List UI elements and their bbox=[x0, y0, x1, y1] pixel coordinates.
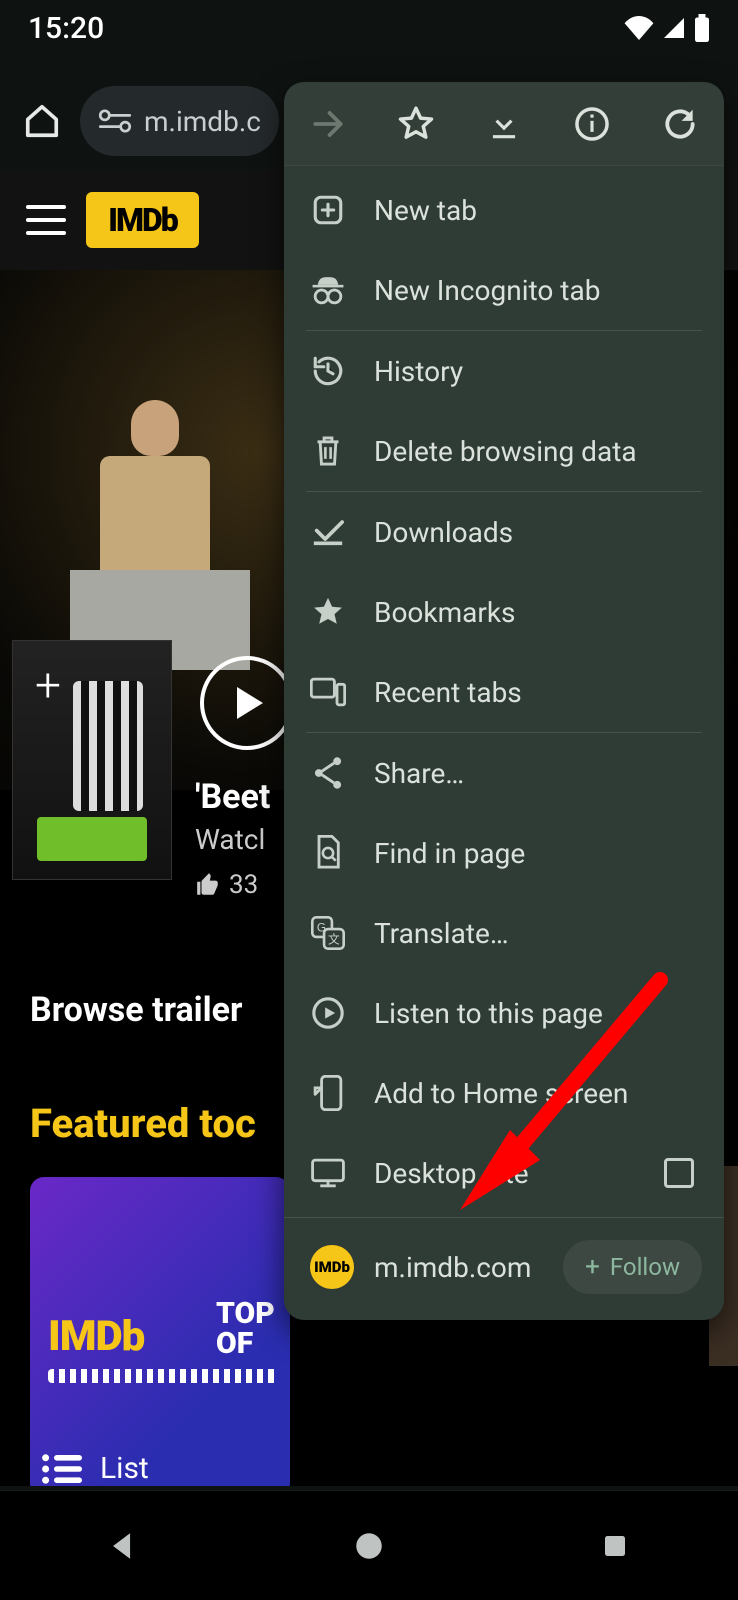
desktop-site-checkbox[interactable] bbox=[664, 1158, 694, 1188]
imdb-logo[interactable]: IMDb bbox=[86, 192, 199, 248]
hamburger-menu-button[interactable] bbox=[26, 205, 66, 235]
menu-item-label: Recent tabs bbox=[374, 676, 698, 709]
menu-new-incognito-tab[interactable]: New Incognito tab bbox=[284, 250, 724, 330]
menu-page-info-button[interactable] bbox=[571, 103, 613, 145]
wifi-icon bbox=[624, 16, 654, 40]
star-filled-icon bbox=[310, 594, 346, 630]
system-nav-bar bbox=[0, 1490, 738, 1600]
url-text: m.imdb.c bbox=[144, 105, 261, 138]
menu-item-label: Find in page bbox=[374, 837, 698, 870]
menu-new-tab[interactable]: New tab bbox=[284, 170, 724, 250]
menu-bookmark-button[interactable] bbox=[395, 103, 437, 145]
list-icon bbox=[40, 1452, 82, 1486]
menu-item-label: Share… bbox=[374, 757, 698, 790]
nav-home-button[interactable] bbox=[348, 1525, 390, 1567]
cellular-icon bbox=[662, 16, 686, 40]
follow-button[interactable]: + Follow bbox=[563, 1240, 702, 1294]
list-chip-label: List bbox=[100, 1451, 149, 1486]
battery-icon bbox=[694, 14, 710, 42]
status-right bbox=[624, 14, 710, 42]
add-to-home-icon bbox=[310, 1075, 346, 1111]
downloads-check-icon bbox=[310, 514, 346, 550]
trash-icon bbox=[310, 433, 346, 469]
menu-translate[interactable]: G文 Translate… bbox=[284, 893, 724, 973]
menu-recent-tabs[interactable]: Recent tabs bbox=[284, 652, 724, 732]
menu-item-label: History bbox=[374, 355, 698, 388]
svg-text:G: G bbox=[317, 922, 326, 935]
menu-site-domain: m.imdb.com bbox=[374, 1251, 531, 1284]
menu-forward-button[interactable] bbox=[307, 103, 349, 145]
translate-icon: G文 bbox=[310, 915, 346, 951]
hero-meta: 'Beet Watcl 33 bbox=[195, 777, 270, 900]
hero-like-row[interactable]: 33 bbox=[195, 870, 270, 900]
menu-listen-to-page[interactable]: Listen to this page bbox=[284, 973, 724, 1053]
play-circle-icon bbox=[310, 995, 346, 1031]
menu-downloads[interactable]: Downloads bbox=[284, 492, 724, 572]
follow-label: Follow bbox=[610, 1253, 680, 1281]
plus-icon: + bbox=[585, 1252, 600, 1282]
poster-thumbnail[interactable]: + bbox=[12, 640, 172, 880]
site-badge-icon: IMDb bbox=[310, 1245, 354, 1289]
nav-back-button[interactable] bbox=[102, 1525, 144, 1567]
hero-title: 'Beet bbox=[195, 777, 270, 817]
menu-item-label: Listen to this page bbox=[374, 997, 698, 1030]
status-time: 15:20 bbox=[28, 11, 104, 46]
browser-overflow-menu: New tab New Incognito tab History bbox=[284, 82, 724, 1320]
list-chip[interactable]: List bbox=[40, 1451, 149, 1486]
menu-item-label: Desktop site bbox=[374, 1157, 636, 1190]
status-bar: 15:20 bbox=[0, 0, 738, 56]
find-in-page-icon bbox=[310, 835, 346, 871]
menu-bookmarks[interactable]: Bookmarks bbox=[284, 572, 724, 652]
menu-download-button[interactable] bbox=[483, 103, 525, 145]
card-imdb-word: IMDb bbox=[48, 1312, 144, 1361]
play-button[interactable] bbox=[200, 656, 294, 750]
menu-delete-browsing-data[interactable]: Delete browsing data bbox=[284, 411, 724, 491]
svg-text:文: 文 bbox=[328, 932, 340, 946]
hero-like-count: 33 bbox=[229, 870, 258, 900]
menu-desktop-site[interactable]: Desktop site bbox=[284, 1133, 724, 1213]
menu-item-label: Downloads bbox=[374, 516, 698, 549]
card-stripes bbox=[48, 1369, 278, 1383]
add-to-watchlist-plus-icon[interactable]: + bbox=[35, 659, 61, 713]
menu-item-label: New Incognito tab bbox=[374, 274, 698, 307]
recent-tabs-icon bbox=[310, 674, 346, 710]
menu-add-to-home-screen[interactable]: Add to Home screen bbox=[284, 1053, 724, 1133]
share-icon bbox=[310, 755, 346, 791]
menu-item-label: Bookmarks bbox=[374, 596, 698, 629]
url-bar[interactable]: m.imdb.c bbox=[80, 86, 279, 156]
nav-recents-button[interactable] bbox=[594, 1525, 636, 1567]
hero-subtitle: Watcl bbox=[195, 823, 270, 856]
poster-tag bbox=[37, 817, 147, 861]
menu-reload-button[interactable] bbox=[659, 103, 701, 145]
poster-art bbox=[73, 681, 143, 811]
menu-history[interactable]: History bbox=[284, 331, 724, 411]
menu-item-label: New tab bbox=[374, 194, 698, 227]
menu-top-row bbox=[284, 82, 724, 166]
menu-item-label: Translate… bbox=[374, 917, 698, 950]
thumbs-up-icon bbox=[195, 872, 221, 898]
browser-home-button[interactable] bbox=[14, 93, 70, 149]
featured-card[interactable]: IMDb TOPOF bbox=[30, 1177, 290, 1486]
incognito-icon bbox=[310, 272, 346, 308]
history-icon bbox=[310, 353, 346, 389]
card-topof: TOPOF bbox=[216, 1299, 275, 1359]
site-settings-icon bbox=[98, 108, 132, 134]
desktop-icon bbox=[310, 1155, 346, 1191]
menu-item-label: Add to Home screen bbox=[374, 1077, 698, 1110]
menu-share[interactable]: Share… bbox=[284, 733, 724, 813]
new-tab-icon bbox=[310, 192, 346, 228]
menu-item-label: Delete browsing data bbox=[374, 435, 698, 468]
menu-find-in-page[interactable]: Find in page bbox=[284, 813, 724, 893]
